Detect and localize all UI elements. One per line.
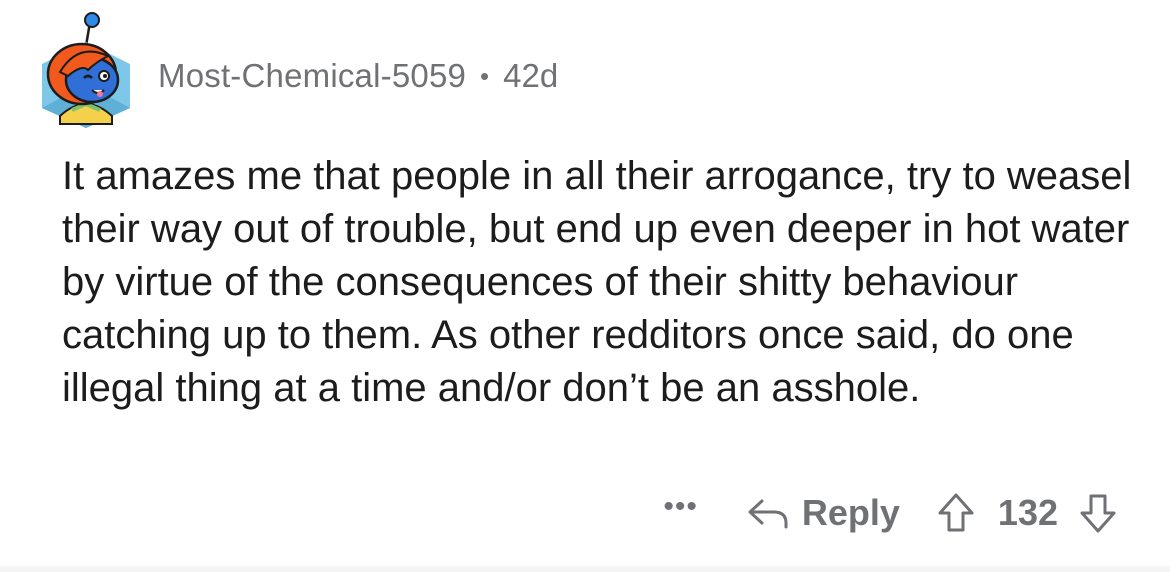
comment-age: 42d — [503, 57, 559, 94]
reply-button[interactable]: Reply — [746, 492, 900, 534]
comment-body: It amazes me that people in all their ar… — [62, 154, 1132, 410]
meta-separator: • — [480, 60, 490, 91]
user-avatar-icon[interactable] — [38, 12, 134, 130]
vote-score: 132 — [997, 492, 1058, 533]
reply-arrow-icon — [748, 499, 788, 529]
downvote-button[interactable] — [1078, 492, 1118, 534]
comment-header: Most-Chemical-5059 • 42d — [158, 56, 558, 96]
more-options-button[interactable]: ••• — [663, 490, 698, 524]
reply-label: Reply — [801, 492, 900, 533]
upvote-arrow-icon — [938, 493, 974, 532]
comment-actions-bar: ••• Reply 132 — [663, 488, 1118, 538]
downvote-arrow-icon — [1080, 494, 1116, 533]
username-link[interactable]: Most-Chemical-5059 — [158, 57, 466, 95]
upvote-button[interactable] — [936, 492, 976, 534]
bottom-divider — [0, 566, 1170, 572]
